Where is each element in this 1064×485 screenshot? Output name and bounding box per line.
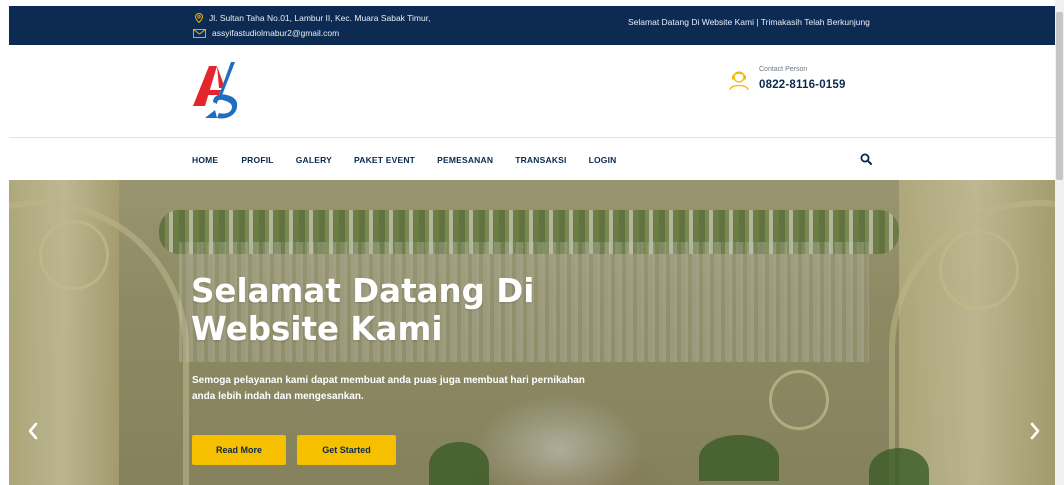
site-header: Contact Person 0822-8116-0159 [9, 45, 1055, 138]
read-more-button[interactable]: Read More [192, 435, 286, 465]
page-scrollbar[interactable] [1055, 0, 1064, 485]
site-logo[interactable] [191, 60, 241, 122]
email-line[interactable]: assyifastudiolmabur2@gmail.com [193, 28, 339, 38]
nav-menu: HOME PROFIL GALERY PAKET EVENT PEMESANAN… [192, 155, 639, 165]
contact-text: Contact Person 0822-8116-0159 [759, 66, 846, 93]
scrollbar-thumb[interactable] [1056, 12, 1063, 180]
main-nav: HOME PROFIL GALERY PAKET EVENT PEMESANAN… [9, 138, 1055, 180]
get-started-button[interactable]: Get Started [297, 435, 396, 465]
map-pin-icon [195, 13, 203, 23]
nav-item-transaksi[interactable]: TRANSAKSI [515, 155, 566, 165]
contact-label: Contact Person [759, 66, 808, 73]
chevron-left-icon[interactable] [25, 421, 41, 441]
nav-item-login[interactable]: LOGIN [589, 155, 617, 165]
address-text: Jl. Sultan Taha No.01, Lambur II, Kec. M… [209, 13, 431, 23]
nav-item-paket-event[interactable]: PAKET EVENT [354, 155, 415, 165]
envelope-icon [193, 28, 206, 38]
top-bar: Jl. Sultan Taha No.01, Lambur II, Kec. M… [9, 6, 1055, 45]
email-text[interactable]: assyifastudiolmabur2@gmail.com [212, 28, 339, 38]
page: Jl. Sultan Taha No.01, Lambur II, Kec. M… [9, 6, 1055, 485]
nav-item-pemesanan[interactable]: PEMESANAN [437, 155, 493, 165]
search-icon[interactable] [860, 153, 872, 165]
nav-item-home[interactable]: HOME [192, 155, 218, 165]
nav-item-galery[interactable]: GALERY [296, 155, 332, 165]
contact-number[interactable]: 0822-8116-0159 [759, 79, 846, 91]
hero-subtitle: Semoga pelayanan kami dapat membuat anda… [192, 375, 585, 402]
address-line: Jl. Sultan Taha No.01, Lambur II, Kec. M… [195, 13, 430, 23]
contact-person: Contact Person 0822-8116-0159 [727, 66, 846, 93]
hero-title: Selamat Datang Di Website Kami [191, 272, 535, 348]
nav-item-profil[interactable]: PROFIL [241, 155, 273, 165]
hero-slider: Selamat Datang Di Website Kami Semoga pe… [9, 180, 1055, 485]
welcome-message: Selamat Datang Di Website Kami | Trimaka… [628, 17, 870, 27]
headset-icon [729, 70, 749, 90]
chevron-right-icon[interactable] [1027, 421, 1043, 441]
